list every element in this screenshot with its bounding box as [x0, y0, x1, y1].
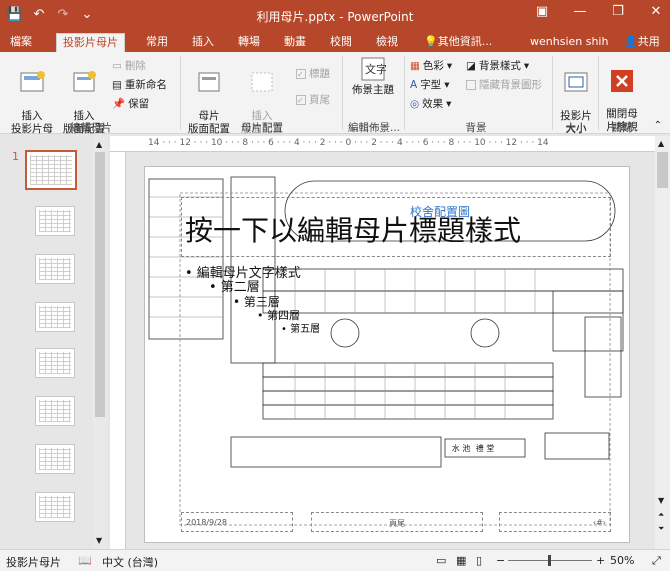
level-5: • 第五層	[281, 324, 321, 335]
tab-slide-master[interactable]: 投影片母片	[56, 33, 125, 52]
master-title-text[interactable]: 按一下以編輯母片標題樣式	[185, 209, 521, 249]
tab-transitions[interactable]: 轉場	[232, 33, 266, 52]
person-icon: 👤	[624, 35, 638, 48]
next-slide-icon[interactable]: ⏷	[658, 524, 664, 534]
slide-number-placeholder[interactable]: ‹#›	[499, 512, 611, 532]
effects-button[interactable]: ◎ 效果 ▾	[410, 96, 451, 111]
restore-button[interactable]: ❐	[608, 4, 628, 19]
zoom-level[interactable]: 50%	[610, 554, 634, 567]
scroll-down-icon[interactable]: ▼	[96, 536, 102, 545]
preserve-button[interactable]: 📌 保留	[112, 96, 149, 111]
tab-home[interactable]: 常用	[140, 33, 174, 52]
group-label-size: 大小	[565, 122, 587, 134]
vertical-ruler	[110, 152, 126, 549]
zoom-out-icon[interactable]: −	[496, 554, 505, 567]
ribbon-tabs: 檔案 投影片母片 常用 插入 轉場 動畫 校閱 檢視 💡其他資訊... wenh…	[0, 30, 670, 52]
tab-insert[interactable]: 插入	[186, 33, 220, 52]
insert-slide-master-icon	[20, 71, 45, 92]
title-checkbox[interactable]: ✓ 標題	[296, 66, 330, 81]
svg-text:文字: 文字	[365, 62, 386, 76]
minimize-button[interactable]: —	[570, 4, 590, 19]
layout-thumbnail[interactable]	[35, 396, 75, 426]
rename-icon: ▤	[112, 78, 122, 91]
hide-background-checkbox[interactable]: 隱藏背景圖形	[466, 77, 542, 92]
themes-icon: 文字	[361, 57, 386, 81]
scroll-down-icon[interactable]: ▼	[658, 496, 664, 505]
pool-label: 水 池	[452, 443, 471, 453]
slide-scrollbar[interactable]: ▲ ▼ ⏶ ⏷	[655, 136, 670, 549]
layout-thumbnail[interactable]	[35, 254, 75, 284]
level-4: • 第四層	[257, 309, 300, 322]
rename-button[interactable]: ▤ 重新命名	[112, 77, 167, 92]
group-label-master-layout: 母片配置	[241, 122, 283, 134]
tab-animations[interactable]: 動畫	[278, 33, 312, 52]
slide-sorter-icon[interactable]: ▦	[456, 554, 466, 567]
themes-button[interactable]: 文字 佈景主題	[348, 56, 398, 97]
level-1: • 編輯母片文字樣式	[185, 266, 301, 281]
group-label-background: 背景	[465, 122, 487, 134]
gym-label: 禮 堂	[476, 443, 495, 453]
close-button[interactable]: ✕	[646, 4, 666, 19]
tab-file[interactable]: 檔案	[4, 33, 38, 52]
spellcheck-icon[interactable]: 📖	[78, 554, 92, 567]
fonts-button[interactable]: A 字型 ▾	[410, 77, 449, 92]
layout-thumbnail[interactable]	[35, 492, 75, 522]
status-bar: 投影片母片 📖 中文 (台灣) ▭ ▦ ▯ − + 50% ⤢	[0, 549, 670, 571]
scroll-up-icon[interactable]: ▲	[96, 140, 102, 149]
group-label-close: 關閉	[611, 122, 633, 134]
tell-me-search[interactable]: 💡其他資訊...	[418, 33, 498, 52]
background-styles-icon: ◪	[466, 59, 476, 72]
layout-thumbnail[interactable]	[35, 444, 75, 474]
fit-to-window-icon[interactable]: ⤢	[652, 554, 661, 568]
prev-slide-icon[interactable]: ⏶	[658, 510, 664, 520]
view-mode-label: 投影片母片	[6, 556, 61, 569]
scroll-up-icon[interactable]: ▲	[658, 139, 664, 148]
layout-thumbnail[interactable]	[35, 206, 75, 236]
reading-view-icon[interactable]: ▯	[476, 554, 482, 567]
ribbon: 插入 投影片母片 插入 版面配置 ▭刪除 ▤重新命名 📌保留 編輯母片 母片 版…	[0, 52, 670, 148]
date-placeholder[interactable]: 2018/9/28	[181, 512, 293, 532]
zoom-in-icon[interactable]: +	[596, 554, 605, 567]
thumbnail-pane: 1	[0, 136, 108, 549]
horizontal-ruler: 14 · · · 12 · · · 10 · · · 8 · · · 6 · ·…	[110, 136, 655, 152]
thumb-number: 1	[12, 150, 19, 163]
body-placeholder[interactable]: • 編輯母片文字樣式 • 第二層 • 第三層 • 第四層 • 第五層	[185, 267, 320, 337]
footer-checkbox[interactable]: ✓ 頁尾	[296, 92, 330, 107]
ribbon-display-icon[interactable]: ▣	[532, 4, 552, 19]
level-2: • 第二層	[209, 280, 260, 295]
user-name[interactable]: wenhsien shih	[524, 33, 614, 52]
tab-review[interactable]: 校閱	[324, 33, 358, 52]
colors-button[interactable]: ▦ 色彩 ▾	[410, 58, 452, 73]
master-layout-icon	[198, 72, 220, 92]
slide-canvas: 水 池 禮 堂 校舍配置圖 按一下以編輯母片標題樣式 • 編輯母片文字樣式 • …	[126, 152, 655, 549]
share-button[interactable]: 👤共用	[618, 33, 666, 52]
master-thumbnail[interactable]	[25, 150, 77, 190]
delete-icon: ▭	[112, 59, 122, 72]
delete-button[interactable]: ▭ 刪除	[112, 58, 146, 73]
group-label-edit-master: 編輯母片	[70, 122, 112, 134]
level-3: • 第三層	[233, 295, 280, 309]
slide-master[interactable]: 水 池 禮 堂 校舍配置圖 按一下以編輯母片標題樣式 • 編輯母片文字樣式 • …	[144, 166, 630, 543]
effects-icon: ◎	[410, 97, 420, 110]
zoom-slider-thumb[interactable]	[548, 555, 551, 566]
lightbulb-icon: 💡	[424, 35, 438, 48]
close-master-icon	[611, 70, 633, 92]
fonts-icon: A	[410, 78, 418, 91]
colors-icon: ▦	[410, 59, 420, 72]
insert-placeholder-icon	[251, 72, 273, 92]
normal-view-icon[interactable]: ▭	[436, 554, 446, 567]
pin-icon: 📌	[112, 98, 126, 110]
title-bar: 💾 ↶ ↷ ⌄ 利用母片.pptx - PowerPoint ▣ — ❐ ✕	[0, 0, 670, 30]
group-label-edit-theme: 編輯佈景...	[347, 122, 400, 134]
slide-size-icon	[564, 72, 588, 92]
language-label[interactable]: 中文 (台灣)	[102, 554, 158, 570]
collapse-ribbon-icon[interactable]: ⌃	[654, 120, 662, 131]
layout-thumbnail[interactable]	[35, 348, 75, 378]
layout-thumbnail[interactable]	[35, 302, 75, 332]
thumbnail-scrollbar[interactable]: ▲ ▼	[93, 136, 107, 549]
footer-placeholder[interactable]: 頁尾	[311, 512, 483, 532]
background-styles-button[interactable]: ◪ 背景樣式 ▾	[466, 58, 529, 73]
insert-layout-icon	[73, 71, 96, 92]
tab-view[interactable]: 檢視	[370, 33, 404, 52]
